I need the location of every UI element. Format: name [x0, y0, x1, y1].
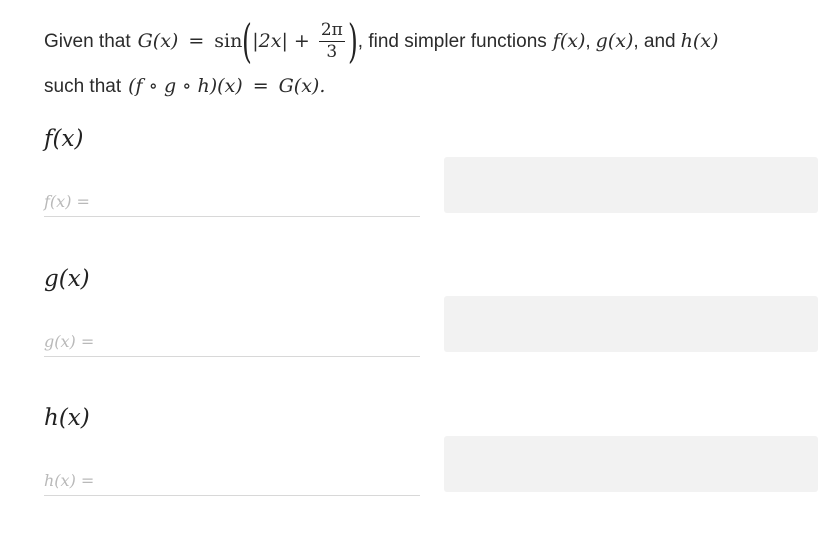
g-answer-placeholder: g(x) = — [44, 331, 95, 351]
composition: (f ∘ g ∘ h)(x) — [128, 74, 243, 97]
f-of-x-inline: f(x) — [552, 29, 586, 52]
find-text: , find simpler functions — [357, 30, 547, 52]
comma-and-text: , and — [633, 30, 676, 52]
comma-1: , — [585, 30, 591, 52]
such-that-text: such that — [44, 75, 122, 97]
f-feedback-box — [444, 157, 818, 213]
question-line-1: Given that G(x) = sin ( |2x| + 2π 3 ) , … — [44, 16, 718, 66]
equals-sign-2: = — [252, 74, 269, 97]
G-of-x-end: G(x). — [278, 74, 326, 97]
G-of-x: G(x) — [137, 29, 179, 52]
h-answer-input[interactable]: h(x) = — [44, 465, 420, 496]
g-of-x-inline: g(x) — [595, 29, 634, 52]
f-answer-placeholder: f(x) = — [44, 191, 90, 211]
sin-function: sin — [214, 29, 243, 52]
h-feedback-box — [444, 436, 818, 492]
g-feedback-box — [444, 296, 818, 352]
given-that-text: Given that — [44, 30, 131, 52]
fraction-numerator: 2π — [318, 19, 345, 42]
h-of-x-inline: h(x) — [680, 29, 719, 52]
plus-sign: + — [293, 29, 310, 52]
abs-2x: |2x| — [252, 29, 288, 52]
question-line-2: such that (f ∘ g ∘ h)(x) = G(x). — [44, 72, 325, 100]
g-answer-input[interactable]: g(x) = — [44, 326, 420, 357]
part-h-label: h(x) — [44, 405, 90, 431]
equals-sign: = — [188, 29, 205, 52]
f-answer-input[interactable]: f(x) = — [44, 186, 420, 217]
part-g-label: g(x) — [44, 266, 90, 292]
right-paren: ) — [347, 14, 358, 68]
fraction-denominator: 3 — [326, 41, 338, 62]
left-paren: ( — [242, 14, 253, 68]
h-answer-placeholder: h(x) = — [44, 470, 95, 490]
fraction-2pi-over-3: 2π 3 — [318, 19, 345, 62]
part-f-label: f(x) — [44, 126, 84, 152]
